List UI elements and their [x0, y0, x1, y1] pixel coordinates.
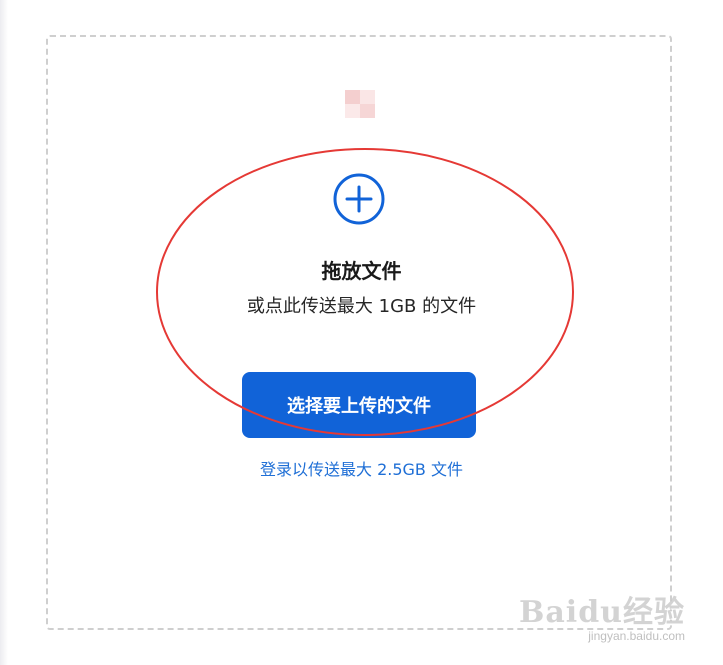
left-edge-shadow [0, 0, 8, 665]
watermark-url: jingyan.baidu.com [588, 629, 685, 643]
drop-title: 拖放文件 [321, 259, 402, 283]
image-placeholder-icon [345, 90, 375, 118]
file-drop-zone[interactable] [46, 35, 672, 630]
upload-page: 拖放文件 或点此传送最大 1GB 的文件 选择要上传的文件 登录以传送最大 2.… [0, 0, 723, 665]
watermark-logo: Baidu经验 [519, 595, 685, 630]
drop-subtitle[interactable]: 或点此传送最大 1GB 的文件 [0, 294, 723, 320]
watermark: Baidu经验 jingyan.baidu.com [519, 595, 685, 644]
choose-file-button[interactable]: 选择要上传的文件 [242, 372, 476, 438]
plus-circle-icon[interactable] [332, 172, 386, 226]
login-link[interactable]: 登录以传送最大 2.5GB 文件 [0, 459, 723, 481]
